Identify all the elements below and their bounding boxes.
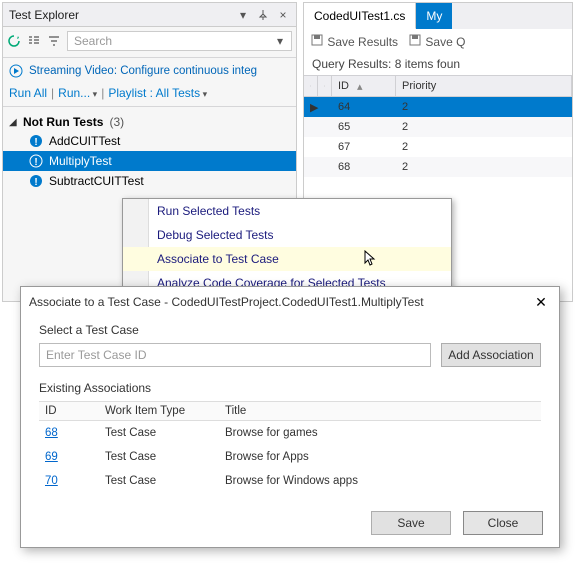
add-association-button[interactable]: Add Association [441, 343, 541, 367]
test-item-label: SubtractCUITTest [49, 174, 144, 188]
video-icon [9, 64, 23, 78]
run-dropdown[interactable]: Run... [58, 86, 97, 100]
column-id[interactable]: ID [39, 402, 99, 420]
test-explorer-title: Test Explorer [9, 8, 236, 22]
context-menu-item[interactable]: Debug Selected Tests [123, 223, 451, 247]
query-row[interactable]: ▶642 [304, 97, 572, 117]
query-result-text: Query Results: 8 items foun [304, 53, 572, 75]
close-icon[interactable]: × [276, 8, 290, 22]
test-item-multiply[interactable]: ! MultiplyTest [3, 151, 296, 171]
search-box[interactable]: ▾ [67, 31, 292, 51]
pin-icon[interactable] [256, 8, 270, 22]
associate-dialog: Associate to a Test Case - CodedUITestPr… [20, 286, 560, 548]
test-item-label: AddCUITTest [49, 134, 120, 148]
dropdown-icon[interactable]: ▾ [236, 8, 250, 22]
close-button[interactable]: Close [463, 511, 543, 535]
assoc-type: Test Case [99, 448, 219, 466]
assoc-type: Test Case [99, 472, 219, 490]
assoc-type: Test Case [99, 424, 219, 442]
association-row[interactable]: 70Test CaseBrowse for Windows apps [39, 469, 541, 493]
column-work-item-type[interactable]: Work Item Type [99, 402, 219, 420]
dialog-title: Associate to a Test Case - CodedUITestPr… [29, 295, 531, 309]
search-icon[interactable]: ▾ [273, 34, 287, 48]
query-columns-header: ID ▴ Priority [304, 75, 572, 97]
test-info-icon: ! [29, 154, 43, 168]
run-all-link[interactable]: Run All [9, 86, 47, 100]
test-group-not-run[interactable]: ◢ Not Run Tests (3) [3, 113, 296, 131]
svg-text:!: ! [34, 177, 37, 188]
test-item-label: MultiplyTest [49, 154, 112, 168]
refresh-icon[interactable] [7, 34, 21, 48]
assoc-title: Browse for Windows apps [219, 472, 541, 490]
streaming-text: Streaming Video: Configure continuous in… [29, 65, 257, 77]
row-priority: 2 [396, 117, 572, 137]
save-icon [408, 33, 422, 47]
test-info-icon: ! [29, 174, 43, 188]
row-id: 67 [332, 137, 396, 157]
document-tabs: CodedUITest1.cs My [304, 3, 572, 29]
dialog-close-icon[interactable]: ✕ [531, 294, 551, 311]
row-priority: 2 [396, 97, 572, 117]
existing-associations-label: Existing Associations [39, 381, 541, 395]
assoc-id-link[interactable]: 68 [39, 424, 99, 442]
svg-text:!: ! [34, 137, 37, 148]
context-menu-item[interactable]: Run Selected Tests [123, 199, 451, 223]
test-tree: ◢ Not Run Tests (3) ! AddCUITTest ! Mult… [3, 109, 296, 195]
column-id[interactable]: ID ▴ [332, 76, 396, 96]
assoc-title: Browse for games [219, 424, 541, 442]
save-query-button[interactable]: Save Q [408, 33, 465, 49]
test-item-subtract[interactable]: ! SubtractCUITTest [3, 171, 296, 191]
mouse-cursor-icon [363, 250, 379, 266]
assoc-id-link[interactable]: 70 [39, 472, 99, 490]
test-explorer-titlebar: Test Explorer ▾ × [3, 3, 296, 27]
test-explorer-links: Run All | Run... | Playlist : All Tests [3, 82, 296, 104]
query-row[interactable]: 672 [304, 137, 572, 157]
row-id: 65 [332, 117, 396, 137]
save-icon [310, 33, 324, 47]
row-priority: 2 [396, 137, 572, 157]
group-count: (3) [109, 115, 124, 129]
filter-icon[interactable] [47, 34, 61, 48]
query-rows: ▶642652672682 [304, 97, 572, 177]
query-row[interactable]: 652 [304, 117, 572, 137]
select-test-case-label: Select a Test Case [39, 323, 541, 337]
column-title[interactable]: Title [219, 402, 541, 420]
streaming-link[interactable]: Streaming Video: Configure continuous in… [3, 60, 296, 82]
search-input[interactable] [72, 33, 273, 49]
query-row[interactable]: 682 [304, 157, 572, 177]
edit-icon[interactable] [318, 76, 332, 96]
association-row[interactable]: 69Test CaseBrowse for Apps [39, 445, 541, 469]
expand-icon[interactable]: ◢ [9, 117, 19, 128]
associations-table: ID Work Item Type Title 68Test CaseBrows… [39, 401, 541, 493]
query-toolbar: Save Results Save Q [304, 29, 572, 53]
save-button[interactable]: Save [371, 511, 451, 535]
test-item-add[interactable]: ! AddCUITTest [3, 131, 296, 151]
context-menu-item[interactable]: Associate to Test Case [123, 247, 451, 271]
playlist-dropdown[interactable]: Playlist : All Tests [108, 86, 207, 100]
group-label: Not Run Tests [23, 115, 103, 129]
test-case-id-input[interactable]: Enter Test Case ID [39, 343, 431, 367]
association-row[interactable]: 68Test CaseBrowse for games [39, 421, 541, 445]
assoc-title: Browse for Apps [219, 448, 541, 466]
tab-codeduitest[interactable]: CodedUITest1.cs [304, 3, 416, 29]
link-icon[interactable] [304, 76, 318, 96]
row-priority: 2 [396, 157, 572, 177]
test-info-icon: ! [29, 134, 43, 148]
group-icon[interactable] [27, 34, 41, 48]
save-results-button[interactable]: Save Results [310, 33, 398, 49]
test-explorer-toolbar: ▾ [3, 27, 296, 55]
svg-text:!: ! [34, 157, 37, 168]
dialog-titlebar: Associate to a Test Case - CodedUITestPr… [21, 287, 559, 317]
row-id: 64 [332, 97, 396, 117]
column-priority[interactable]: Priority [396, 76, 572, 96]
assoc-id-link[interactable]: 69 [39, 448, 99, 466]
tab-other[interactable]: My [416, 3, 452, 29]
row-id: 68 [332, 157, 396, 177]
